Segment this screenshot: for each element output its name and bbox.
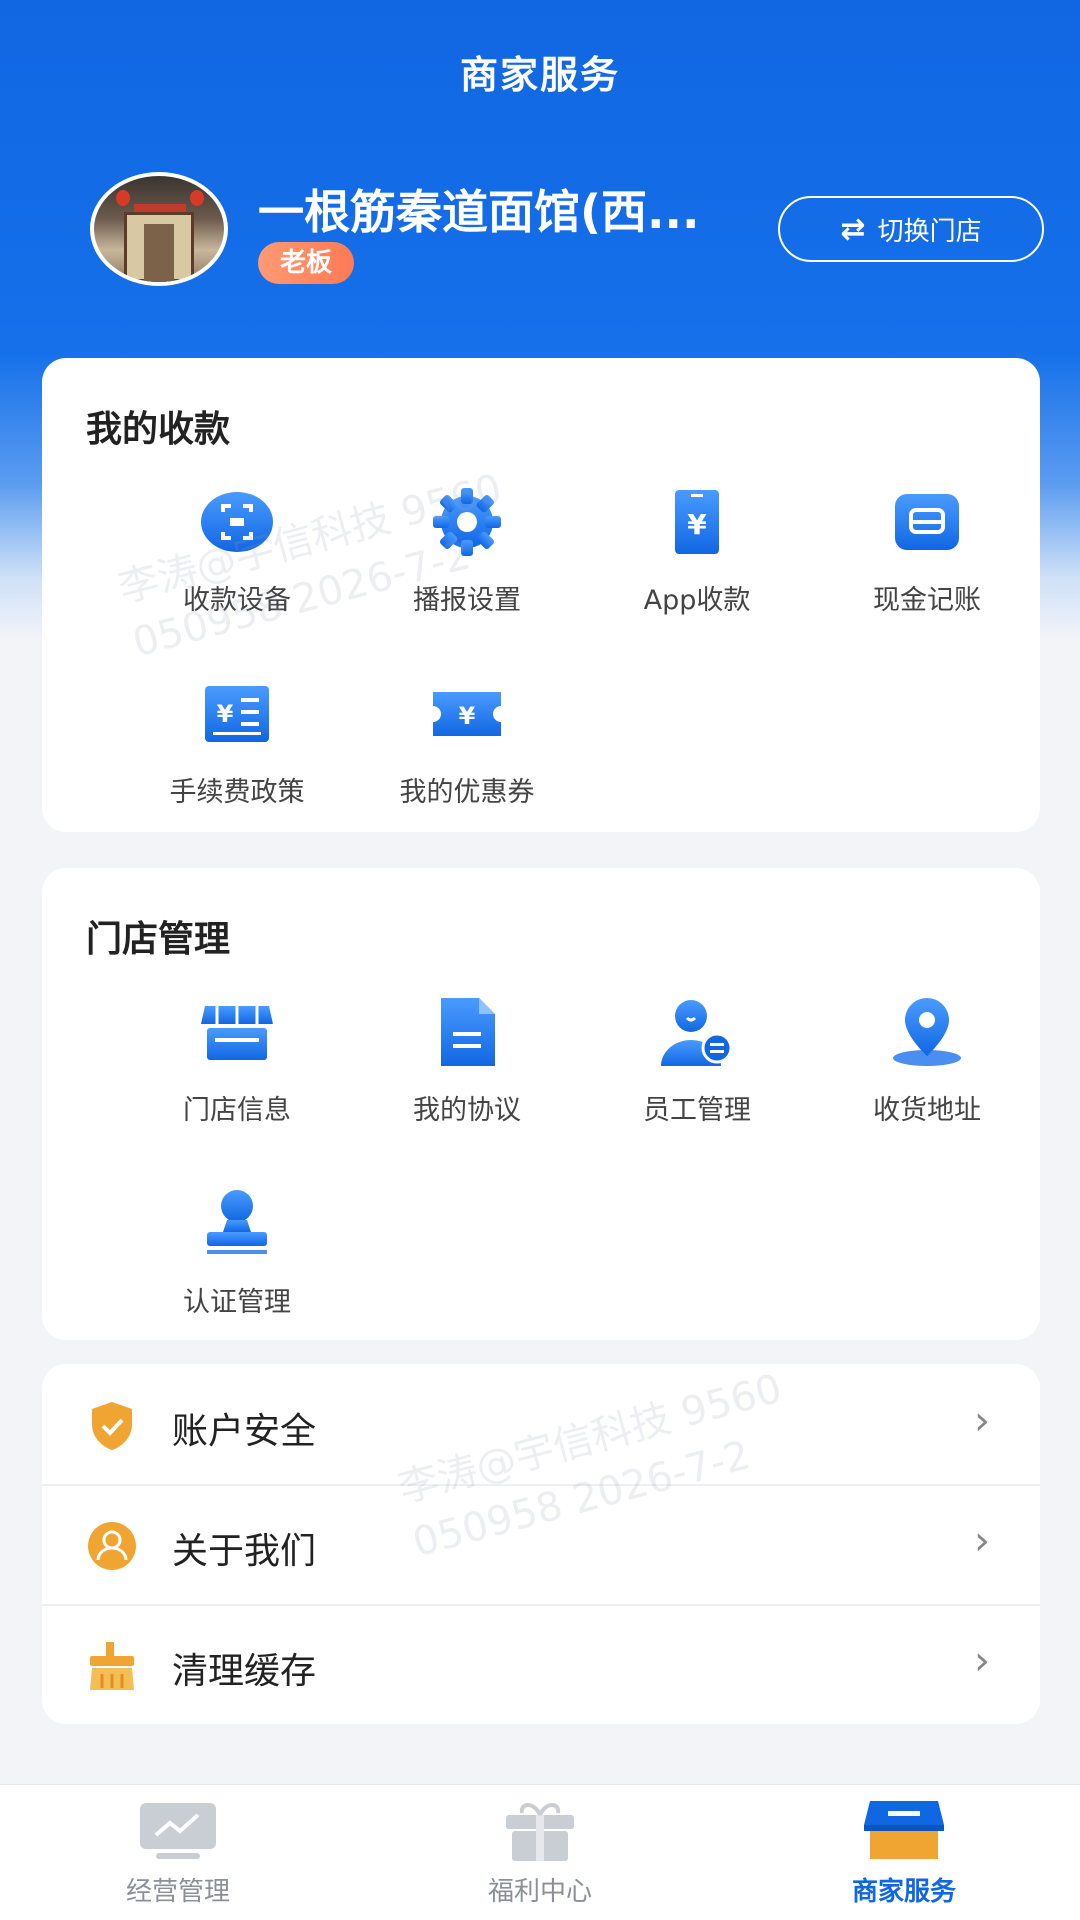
gear-icon: [427, 482, 507, 562]
list-item-account-security[interactable]: 账户安全 ›: [42, 1364, 1040, 1484]
staff-icon: [657, 992, 737, 1072]
swap-arrows-icon: ⇄: [840, 211, 866, 247]
grid-item-my-coupons[interactable]: ¥ 我的优惠券: [352, 674, 582, 809]
grid-item-label: 收货地址: [873, 1095, 981, 1126]
fee-policy-icon: ¥: [197, 674, 277, 754]
grid-item-app-payment[interactable]: ¥ App收款: [582, 482, 812, 617]
tab-merchant-services[interactable]: 商家服务: [754, 1797, 1054, 1908]
chevron-right-icon: ›: [974, 1638, 990, 1684]
tab-label: 经营管理: [125, 1877, 230, 1907]
grid-item-staff-management[interactable]: 员工管理: [582, 992, 812, 1127]
yuan-phone-icon: ¥: [657, 482, 737, 562]
storefront-icon: [197, 992, 277, 1072]
svg-text:¥: ¥: [459, 702, 476, 730]
role-badge: 老板: [258, 242, 355, 284]
grid-item-label: 播报设置: [413, 585, 521, 616]
grid-item-label: App收款: [643, 585, 751, 616]
scan-device-icon: [197, 482, 277, 562]
cash-box-icon: [887, 482, 967, 562]
switch-store-label: 切换门店: [877, 216, 982, 247]
grid-item-label: 我的优惠券: [399, 777, 535, 808]
tab-business-management[interactable]: 经营管理: [28, 1797, 328, 1908]
tab-benefits-center[interactable]: 福利中心: [390, 1797, 690, 1908]
broom-icon: [84, 1638, 140, 1694]
grid-item-broadcast-settings[interactable]: 播报设置: [352, 482, 582, 617]
chevron-right-icon: ›: [974, 1398, 990, 1444]
shield-check-icon: [84, 1398, 140, 1454]
grid-item-label: 认证管理: [183, 1287, 291, 1318]
payments-card: 我的收款 收款设备 播报设置 ¥ App收款 现金记账 ¥ 手续费政策 ¥ 我的…: [42, 358, 1040, 832]
location-pin-icon: [887, 992, 967, 1072]
gift-icon: [498, 1797, 582, 1863]
list-item-clear-cache[interactable]: 清理缓存 ›: [42, 1604, 1040, 1724]
grid-item-payment-device[interactable]: 收款设备: [122, 482, 352, 617]
list-item-label: 关于我们: [172, 1531, 317, 1572]
store-avatar[interactable]: [90, 172, 228, 286]
stamp-icon: [197, 1184, 277, 1264]
store-management-title: 门店管理: [86, 919, 231, 960]
tab-label: 商家服务: [851, 1877, 956, 1907]
tab-label: 福利中心: [487, 1877, 592, 1907]
grid-item-label: 现金记账: [873, 585, 981, 616]
payments-title: 我的收款: [86, 409, 231, 450]
user-circle-icon: [84, 1518, 140, 1574]
grid-item-cash-book[interactable]: 现金记账: [812, 482, 1042, 617]
grid-item-label: 我的协议: [413, 1095, 521, 1126]
grid-item-certification[interactable]: 认证管理: [122, 1184, 352, 1319]
grid-item-my-agreement[interactable]: 我的协议: [352, 992, 582, 1127]
page-title: 商家服务: [459, 53, 620, 97]
list-item-label: 清理缓存: [172, 1651, 317, 1692]
chevron-right-icon: ›: [974, 1518, 990, 1564]
store-name: 一根筋秦道面馆(西...: [258, 185, 700, 239]
grid-item-label: 员工管理: [643, 1095, 751, 1126]
grid-item-shipping-address[interactable]: 收货地址: [812, 992, 1042, 1127]
bottom-tab-bar: 经营管理 福利中心 商家服务: [0, 1784, 1080, 1920]
list-item-about-us[interactable]: 关于我们 ›: [42, 1484, 1040, 1604]
document-icon: [427, 992, 507, 1072]
switch-store-button[interactable]: ⇄ 切换门店: [778, 196, 1044, 262]
svg-text:¥: ¥: [687, 508, 707, 541]
grid-item-fee-policy[interactable]: ¥ 手续费政策: [122, 674, 352, 809]
grid-item-label: 收款设备: [183, 585, 291, 616]
list-item-label: 账户安全: [172, 1411, 317, 1452]
settings-list: 账户安全 › 关于我们 › 清理缓存 ›: [42, 1364, 1040, 1724]
coupon-icon: ¥: [427, 674, 507, 754]
grid-item-store-info[interactable]: 门店信息: [122, 992, 352, 1127]
grid-item-label: 手续费政策: [169, 777, 305, 808]
grid-item-label: 门店信息: [183, 1095, 291, 1126]
chart-monitor-icon: [136, 1797, 220, 1863]
shop-service-icon: [862, 1797, 946, 1863]
store-management-card: 门店管理 门店信息 我的协议 员工管理 收货地址 认证管理: [42, 868, 1040, 1340]
svg-text:¥: ¥: [217, 700, 234, 728]
store-profile: 一根筋秦道面馆(西... 老板 ⇄ 切换门店: [90, 172, 1050, 292]
